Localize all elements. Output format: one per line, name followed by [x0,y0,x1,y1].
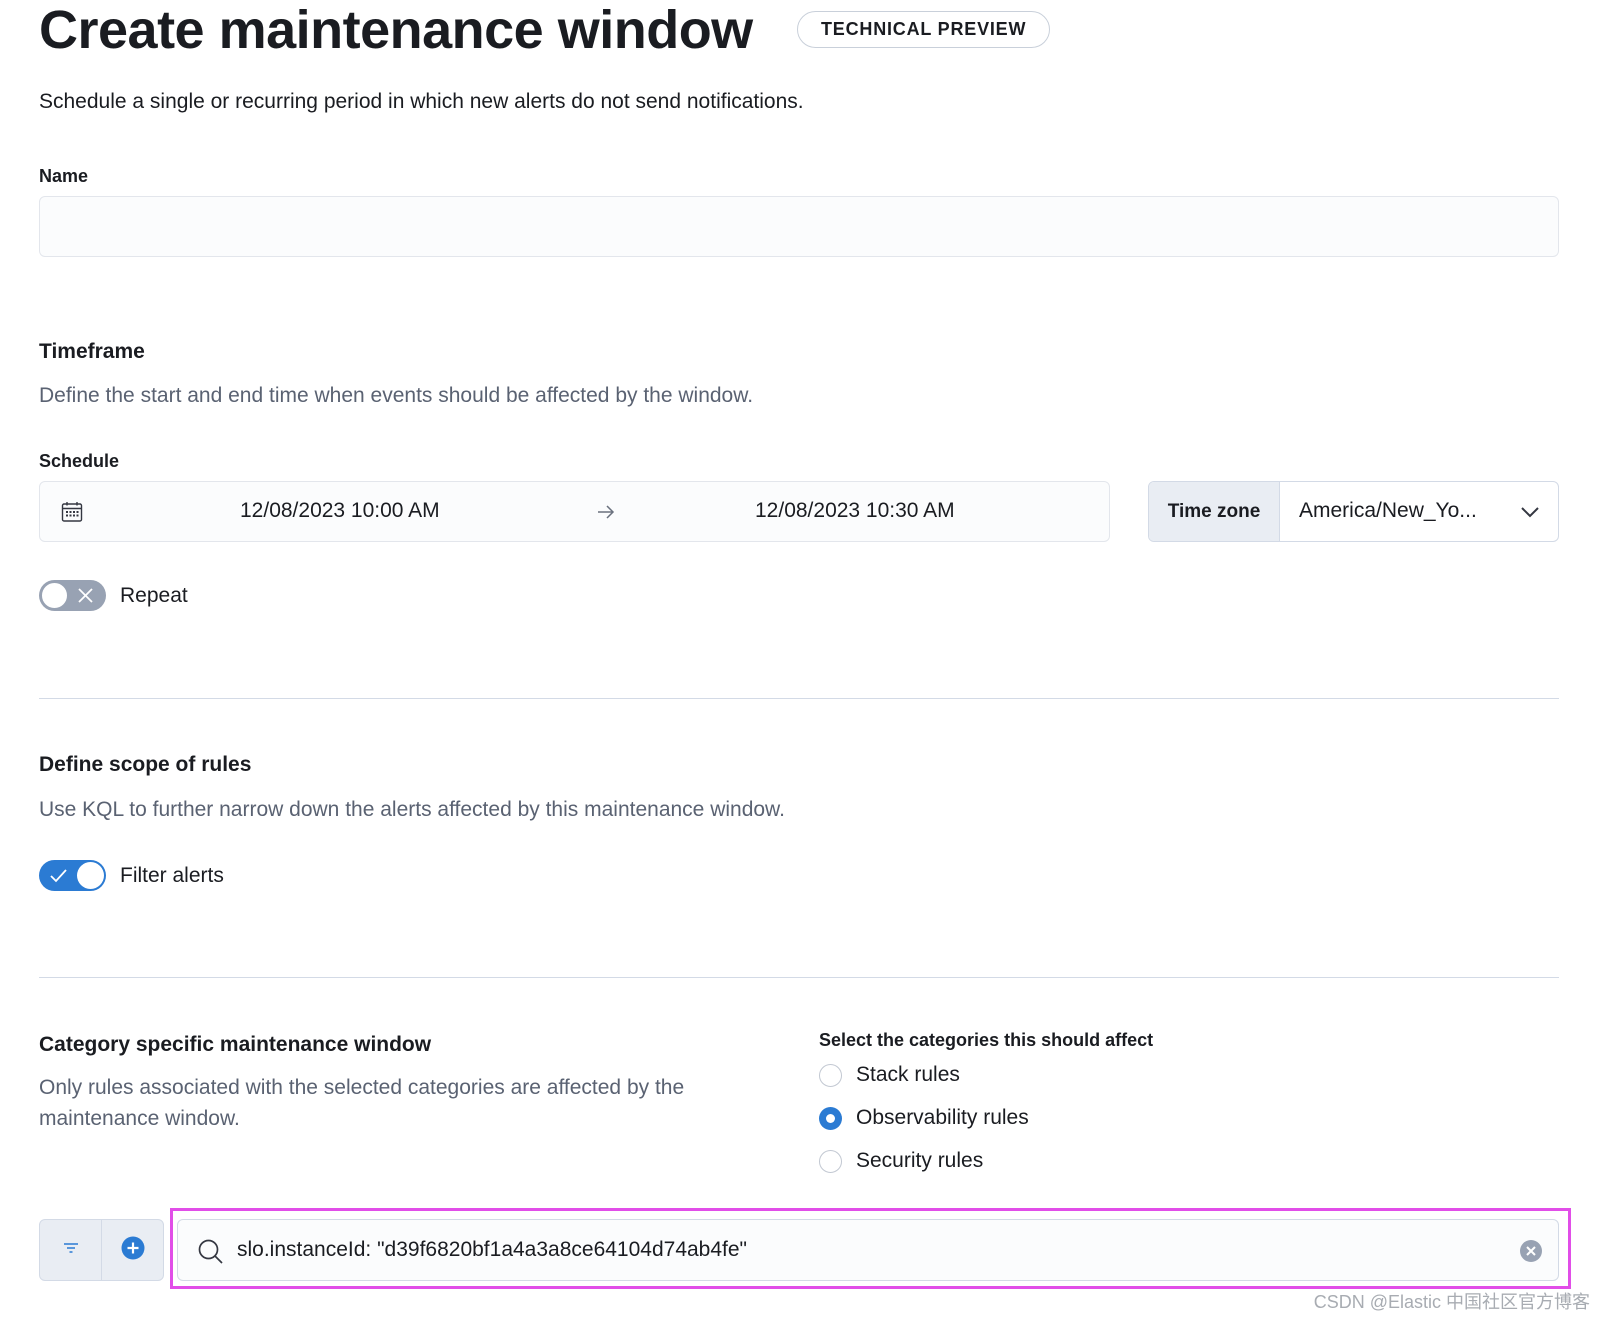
technical-preview-badge: TECHNICAL PREVIEW [797,11,1051,48]
radio-security-rules[interactable]: Security rules [819,1149,1119,1180]
plus-circle-icon [120,1235,146,1266]
schedule-label: Schedule [39,451,120,471]
toggle-knob [41,582,68,609]
filter-alerts-toggle[interactable] [39,860,106,891]
radio-observability-rules[interactable]: Observability rules [819,1106,1119,1137]
filter-menu-button[interactable] [40,1220,102,1280]
calendar-icon[interactable] [60,500,84,529]
radio-label: Observability rules [856,1106,1029,1129]
name-label: Name [39,166,89,186]
divider [39,698,1559,699]
repeat-label: Repeat [120,584,188,607]
kql-query-text[interactable]: slo.instanceId: "d39f6820bf1a4a3a8ce6410… [237,1238,747,1262]
add-filter-button[interactable] [102,1220,163,1280]
schedule-date-range[interactable]: 12/08/2023 10:00 AM 12/08/2023 10:30 AM [39,481,1110,542]
filter-icon [62,1241,80,1260]
radio-button[interactable] [819,1064,842,1087]
search-icon [197,1238,225,1271]
repeat-toggle[interactable] [39,580,106,611]
arrow-right-icon [595,501,617,528]
timeframe-title: Timeframe [39,340,145,363]
divider [39,977,1559,978]
end-date-input[interactable]: 12/08/2023 10:30 AM [755,499,955,523]
page-description: Schedule a single or recurring period in… [39,90,804,113]
toggle-knob [77,862,104,889]
category-options-label: Select the categories this should affect [819,1030,1154,1050]
timeframe-description: Define the start and end time when event… [39,384,754,407]
timezone-value[interactable]: America/New_Yo... [1299,499,1477,523]
scope-description: Use KQL to further narrow down the alert… [39,798,785,821]
start-date-input[interactable]: 12/08/2023 10:00 AM [240,499,440,523]
filter-button-group [39,1219,164,1281]
close-icon [77,587,94,609]
kql-search-input[interactable]: slo.instanceId: "d39f6820bf1a4a3a8ce6410… [177,1219,1559,1281]
category-title: Category specific maintenance window [39,1033,432,1056]
name-input[interactable] [39,196,1559,257]
clear-icon[interactable] [1519,1239,1543,1268]
timezone-select[interactable]: Time zone America/New_Yo... [1148,481,1559,542]
watermark: CSDN @Elastic 中国社区官方博客 [1313,1292,1590,1312]
timezone-label: Time zone [1149,482,1280,541]
category-description: Only rules associated with the selected … [39,1076,685,1130]
radio-stack-rules[interactable]: Stack rules [819,1063,1119,1094]
radio-label: Security rules [856,1149,984,1172]
chevron-down-icon[interactable] [1519,501,1541,528]
scope-title: Define scope of rules [39,753,252,776]
check-icon [49,867,68,889]
filter-alerts-label: Filter alerts [120,864,224,887]
radio-label: Stack rules [856,1063,960,1086]
radio-button[interactable] [819,1150,842,1173]
radio-button-selected[interactable] [819,1107,842,1130]
page-title: Create maintenance window [39,0,753,60]
